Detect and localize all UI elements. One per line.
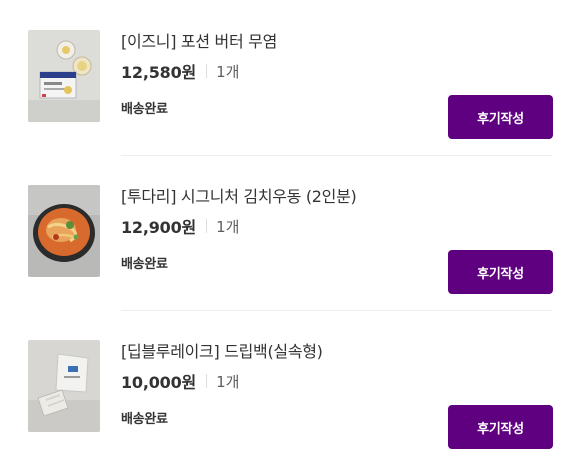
order-item: [투다리] 시그니처 김치우동 (2인분) 12,900원 1개 배송완료 후기…	[0, 155, 580, 311]
product-thumbnail-dripbag[interactable]	[28, 340, 100, 432]
delivery-status: 배송완료	[121, 412, 168, 427]
product-quantity: 1개	[216, 217, 240, 236]
product-price: 12,580원	[121, 63, 197, 82]
product-price: 12,900원	[121, 218, 197, 237]
price-row: 12,900원 1개	[121, 215, 240, 238]
product-name[interactable]: [이즈니] 포션 버터 무염	[121, 30, 277, 54]
write-review-button[interactable]: 후기작성	[448, 405, 553, 449]
product-name[interactable]: [투다리] 시그니처 김치우동 (2인분)	[121, 185, 357, 209]
product-quantity: 1개	[216, 372, 240, 391]
divider	[206, 64, 208, 78]
product-thumbnail-butter[interactable]	[28, 30, 100, 122]
order-item: [이즈니] 포션 버터 무염 12,580원 1개 배송완료 후기작성	[0, 0, 580, 156]
price-row: 12,580원 1개	[121, 60, 240, 83]
write-review-button[interactable]: 후기작성	[448, 250, 553, 294]
price-row: 10,000원 1개	[121, 370, 240, 393]
delivery-status: 배송완료	[121, 102, 168, 117]
divider	[206, 219, 208, 233]
divider	[206, 374, 208, 388]
delivery-status: 배송완료	[121, 257, 168, 272]
product-quantity: 1개	[216, 62, 240, 81]
product-thumbnail-udon[interactable]	[28, 185, 100, 277]
order-item: [딥블루레이크] 드립백(실속형) 10,000원 1개 배송완료 후기작성	[0, 310, 580, 465]
write-review-button[interactable]: 후기작성	[448, 95, 553, 139]
order-list: [이즈니] 포션 버터 무염 12,580원 1개 배송완료 후기작성 [투다리…	[0, 0, 580, 466]
product-name[interactable]: [딥블루레이크] 드립백(실속형)	[121, 340, 323, 364]
product-price: 10,000원	[121, 373, 197, 392]
